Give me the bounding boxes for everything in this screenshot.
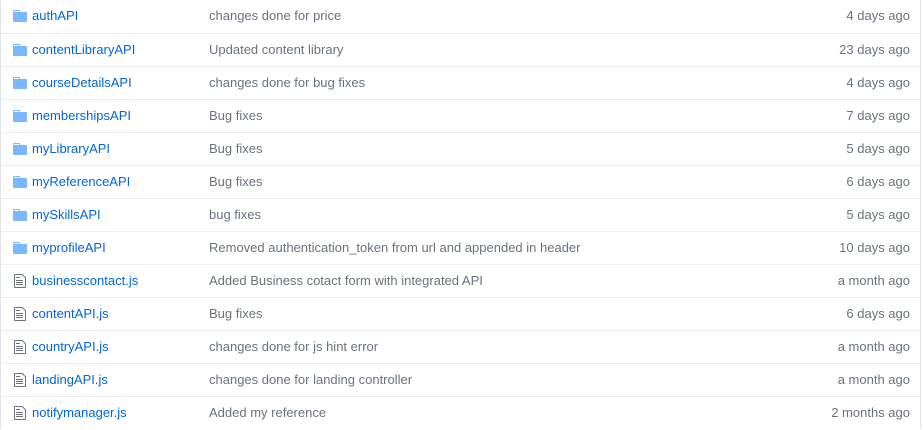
folder-icon [12, 141, 28, 157]
commit-age: 23 days ago [839, 42, 910, 57]
folder-icon [12, 8, 28, 24]
commit-age: 6 days ago [846, 306, 910, 321]
commit-age: a month ago [837, 273, 910, 288]
file-row: landingAPI.js changes done for landing co… [1, 363, 920, 396]
file-link[interactable]: countryAPI.js [32, 331, 109, 363]
file-row: businesscontact.js Added Business cotact … [1, 264, 920, 297]
folder-link[interactable]: mySkillsAPI [32, 199, 101, 231]
file-link[interactable]: businesscontact.js [32, 265, 138, 297]
commit-message-link[interactable]: changes done for bug fixes [209, 67, 365, 99]
commit-message-link[interactable]: changes done for price [209, 0, 341, 32]
file-list: authAPI changes done for price 4 days ago c… [0, 0, 921, 429]
commit-age: 4 days ago [846, 8, 910, 23]
folder-link[interactable]: membershipsAPI [32, 100, 131, 132]
commit-age: 6 days ago [846, 174, 910, 189]
commit-age: 2 months ago [831, 405, 910, 420]
file-link[interactable]: landingAPI.js [32, 364, 108, 396]
commit-message-link[interactable]: Removed authentication_token from url an… [209, 232, 580, 264]
commit-message-link[interactable]: bug fixes [209, 199, 261, 231]
file-row: mySkillsAPI bug fixes 5 days ago [1, 198, 920, 231]
folder-link[interactable]: authAPI [32, 0, 78, 32]
file-icon [12, 339, 28, 355]
commit-message-link[interactable]: Bug fixes [209, 298, 262, 330]
file-row: myprofileAPI Removed authentication_token… [1, 231, 920, 264]
file-link[interactable]: contentAPI.js [32, 298, 109, 330]
folder-icon [12, 174, 28, 190]
commit-age: 5 days ago [846, 207, 910, 222]
commit-message-link[interactable]: Updated content library [209, 34, 343, 66]
folder-link[interactable]: courseDetailsAPI [32, 67, 132, 99]
commit-message-link[interactable]: changes done for js hint error [209, 331, 378, 363]
folder-icon [12, 108, 28, 124]
file-row: courseDetailsAPI changes done for bug fix… [1, 66, 920, 99]
file-row: authAPI changes done for price 4 days ago [1, 0, 920, 33]
commit-age: 4 days ago [846, 75, 910, 90]
commit-age: 7 days ago [846, 108, 910, 123]
file-row: contentLibraryAPI Updated content library… [1, 33, 920, 66]
file-row: membershipsAPI Bug fixes 7 days ago [1, 99, 920, 132]
folder-icon [12, 207, 28, 223]
file-row: myReferenceAPI Bug fixes 6 days ago [1, 165, 920, 198]
file-row: myLibraryAPI Bug fixes 5 days ago [1, 132, 920, 165]
commit-age: a month ago [837, 339, 910, 354]
commit-message-link[interactable]: Bug fixes [209, 100, 262, 132]
file-row: contentAPI.js Bug fixes 6 days ago [1, 297, 920, 330]
file-row: countryAPI.js changes done for js hint er… [1, 330, 920, 363]
file-icon [12, 372, 28, 388]
folder-link[interactable]: myprofileAPI [32, 232, 106, 264]
commit-message-link[interactable]: Bug fixes [209, 166, 262, 198]
folder-icon [12, 75, 28, 91]
file-row: notifymanager.js Added my reference 2 mont… [1, 396, 920, 429]
commit-message-link[interactable]: Bug fixes [209, 133, 262, 165]
file-icon [12, 273, 28, 289]
commit-age: 5 days ago [846, 141, 910, 156]
commit-message-link[interactable]: changes done for landing controller [209, 364, 412, 396]
folder-link[interactable]: myLibraryAPI [32, 133, 110, 165]
commit-age: a month ago [837, 372, 910, 387]
file-icon [12, 405, 28, 421]
folder-link[interactable]: myReferenceAPI [32, 166, 130, 198]
commit-message-link[interactable]: Added Business cotact form with integrat… [209, 265, 483, 297]
commit-message-link[interactable]: Added my reference [209, 397, 326, 429]
folder-link[interactable]: contentLibraryAPI [32, 34, 135, 66]
folder-icon [12, 240, 28, 256]
file-icon [12, 306, 28, 322]
folder-icon [12, 42, 28, 58]
file-link[interactable]: notifymanager.js [32, 397, 127, 429]
commit-age: 10 days ago [839, 240, 910, 255]
